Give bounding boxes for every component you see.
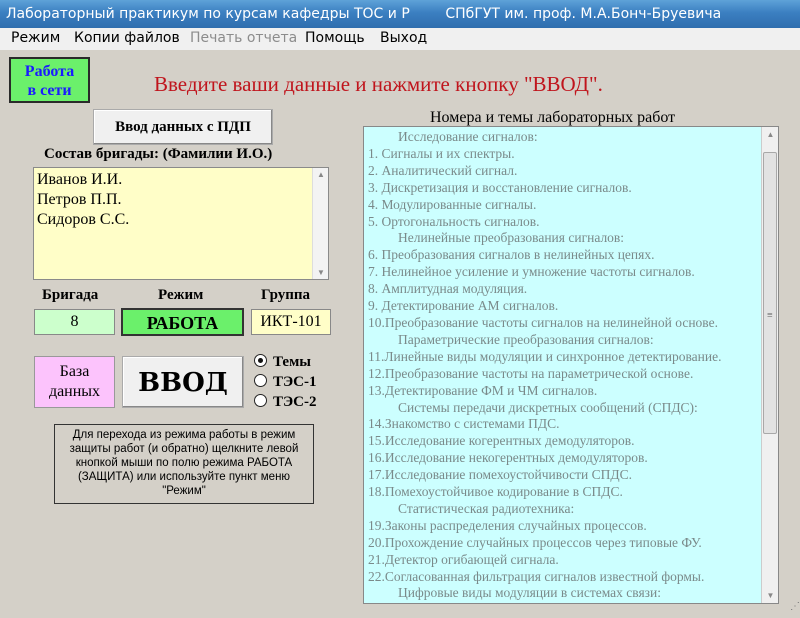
mode-hint-text: Для перехода из режима работы в режим за… (54, 424, 314, 504)
menu-item-exit[interactable]: Выход (380, 30, 427, 46)
network-badge-line2: в сети (27, 82, 72, 99)
labs-list-item[interactable]: 12.Преобразование частоты на параметриче… (368, 366, 721, 383)
labs-list-item[interactable]: 19.Законы распределения случайных процес… (368, 518, 721, 535)
database-button-line2: данных (48, 383, 101, 400)
labs-section-header: Параметрические преобразования сигналов: (398, 331, 654, 347)
team-member: Петров П.П. (37, 191, 122, 208)
menu-item-help[interactable]: Помощь (305, 30, 365, 46)
labs-list-item[interactable]: 16.Исследование некогерентных демодулято… (368, 450, 721, 467)
enter-button[interactable]: ВВОД (122, 356, 244, 408)
mode-field[interactable]: РАБОТА (121, 308, 244, 336)
radio-label: ТЭС-1 (273, 374, 317, 390)
database-button[interactable]: База данных (34, 356, 115, 408)
labs-list-item[interactable]: 20.Прохождение случайных процессов через… (368, 535, 721, 552)
labs-list-item[interactable]: 1. Сигналы и их спектры. (368, 146, 721, 163)
instruction-prompt: Введите ваши данные и нажмите кнопку "ВВ… (154, 72, 603, 96)
scroll-thumb[interactable]: ≡ (763, 152, 777, 434)
group-field[interactable]: ИКТ-101 (251, 309, 331, 335)
menu-item-mode[interactable]: Режим (11, 30, 60, 46)
group-label: Группа (261, 287, 311, 303)
labs-list-item[interactable]: 7. Нелинейное усиление и умножение часто… (368, 264, 721, 281)
scroll-down-icon[interactable]: ▼ (313, 268, 329, 277)
labs-list-item[interactable]: 9. Детектирование АМ сигналов. (368, 298, 721, 315)
database-button-line1: База (59, 363, 90, 380)
team-members-textarea[interactable]: Иванов И.И. Петров П.П. Сидоров С.С. ▲ ▼ (33, 167, 329, 280)
radio-tes2[interactable]: ТЭС-2 (254, 394, 317, 411)
labs-list-item[interactable]: 15.Исследование когерентных демодуляторо… (368, 433, 721, 450)
team-label: Состав бригады: (Фамилии И.О.) (44, 146, 273, 162)
radio-label: Темы (273, 354, 312, 370)
labs-section-header: Нелинейные преобразования сигналов: (398, 230, 625, 246)
radio-selected-icon (254, 354, 267, 367)
labs-section-header: Статистическая радиотехника: (398, 500, 575, 516)
labs-list-item[interactable]: 14.Знакомство с системами ПДС. (368, 416, 721, 433)
labs-list-item[interactable]: 22.Согласованная фильтрация сигналов изв… (368, 569, 721, 586)
labs-section-header: Цифровые виды модуляции в системах связи… (398, 585, 661, 601)
team-scrollbar[interactable]: ▲ ▼ (312, 168, 328, 279)
network-badge-line1: Работа (24, 63, 75, 80)
pdp-input-button[interactable]: Ввод данных с ПДП (93, 109, 273, 145)
labs-list-item[interactable]: 13.Детектирование ФМ и ЧМ сигналов. (368, 383, 721, 400)
resize-grip-icon[interactable]: ⋰ (784, 602, 800, 618)
scroll-up-icon[interactable]: ▲ (762, 130, 778, 139)
labs-list-item[interactable]: 3. Дискретизация и восстановление сигнал… (368, 180, 721, 197)
menu-item-file-copies[interactable]: Копии файлов (74, 30, 180, 46)
labs-list-item[interactable]: 8. Амплитудная модуляция. (368, 281, 721, 298)
labs-list-item[interactable]: 10.Преобразование частоты сигналов на не… (368, 315, 721, 332)
window-title: Лабораторный практикум по курсам кафедры… (0, 0, 800, 28)
radio-empty-icon (254, 374, 267, 387)
labs-list-item[interactable]: 5. Ортогональность сигналов. (368, 214, 721, 231)
brigade-label: Бригада (42, 287, 99, 303)
menu-item-print-report[interactable]: Печать отчета (190, 30, 297, 46)
brigade-field[interactable]: 8 (34, 309, 115, 335)
labs-list-item[interactable]: 18.Помехоустойчивое кодирование в СПДС. (368, 484, 721, 501)
labs-list-title: Номера и темы лабораторных работ (430, 109, 676, 126)
network-mode-badge[interactable]: Работа в сети (9, 57, 90, 103)
menu-bar: Режим Копии файлов Печать отчета Помощь … (0, 28, 800, 50)
labs-section-header: Исследование сигналов: (398, 129, 538, 144)
mode-label: Режим (158, 287, 204, 303)
labs-list: Исследование сигналов: 1. Сигналы и их сп… (368, 129, 721, 602)
labs-section-header: Системы передачи дискретных сообщений (С… (398, 399, 698, 415)
labs-list-item[interactable]: 11.Линейные виды модуляции и синхронное … (368, 349, 721, 366)
scroll-down-icon[interactable]: ▼ (762, 591, 778, 600)
team-member: Сидоров С.С. (37, 211, 130, 228)
radio-empty-icon (254, 394, 267, 407)
radio-tes1[interactable]: ТЭС-1 (254, 374, 317, 391)
radio-topics[interactable]: Темы (254, 354, 311, 371)
labs-list-item[interactable]: 17.Исследование помехоустойчивости СПДС. (368, 467, 721, 484)
labs-listbox[interactable]: Исследование сигналов: 1. Сигналы и их сп… (363, 126, 779, 604)
radio-label: ТЭС-2 (273, 394, 317, 410)
labs-list-item[interactable]: 6. Преобразования сигналов в нелинейных … (368, 247, 721, 264)
labs-list-item[interactable]: 2. Аналитический сигнал. (368, 163, 721, 180)
team-member: Иванов И.И. (37, 171, 123, 188)
labs-list-item[interactable]: 21.Детектор огибающей сигнала. (368, 552, 721, 569)
labs-scrollbar[interactable]: ▲ ≡ ▼ (761, 127, 778, 603)
grip-icon: ≡ (767, 310, 773, 321)
scroll-up-icon[interactable]: ▲ (313, 170, 329, 179)
labs-list-item[interactable]: 4. Модулированные сигналы. (368, 197, 721, 214)
